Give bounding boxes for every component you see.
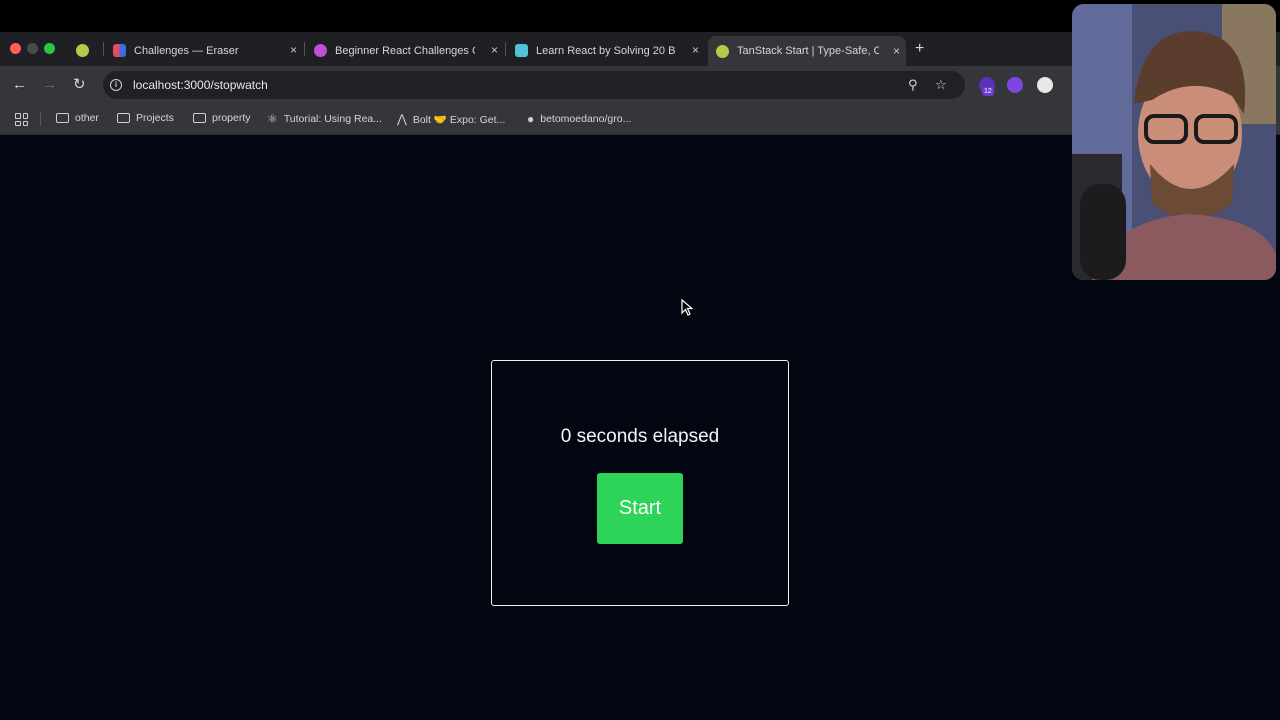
extension-badge: 12: [982, 87, 994, 96]
bookmarks-separator: [40, 112, 41, 126]
tab-close-icon[interactable]: ×: [692, 43, 699, 57]
tab-separator: [103, 42, 104, 56]
apps-grid-icon[interactable]: [15, 113, 28, 126]
webcam-overlay: [1072, 4, 1276, 280]
tab-close-icon[interactable]: ×: [491, 43, 498, 57]
forward-icon[interactable]: →: [42, 76, 57, 94]
close-window-button[interactable]: [10, 43, 21, 54]
start-button[interactable]: Start: [597, 473, 683, 544]
url-text[interactable]: localhost:3000/stopwatch: [133, 78, 268, 92]
zoom-icon[interactable]: ⚲: [908, 77, 918, 93]
github-icon: ●: [527, 112, 535, 126]
bookmark-label: betomoedano/gro...: [540, 113, 632, 125]
bookmark-other[interactable]: other: [56, 112, 99, 124]
react-icon: ⚛: [267, 112, 278, 126]
tab-favicon-icon: [76, 44, 89, 57]
tab-learn-react[interactable]: Learn React by Solving 20 Be ×: [515, 37, 705, 64]
tab-beginner-react[interactable]: Beginner React Challenges C ×: [314, 37, 504, 64]
tab-pinned[interactable]: [76, 37, 98, 64]
bookmark-label: Tutorial: Using Rea...: [283, 113, 382, 125]
folder-icon: [117, 113, 130, 123]
extension-icon[interactable]: [1007, 77, 1023, 93]
bookmark-projects[interactable]: Projects: [117, 112, 174, 124]
tab-separator: [304, 42, 305, 56]
new-tab-button[interactable]: +: [915, 40, 924, 58]
presenter-video-image: [1072, 4, 1276, 280]
mouse-cursor-icon: [681, 299, 693, 316]
bookmark-tutorial[interactable]: ⚛ Tutorial: Using Rea...: [267, 112, 382, 126]
tab-title: Beginner React Challenges C: [335, 44, 475, 57]
bookmark-label: Bolt 🤝 Expo: Get...: [412, 113, 506, 126]
tab-separator: [505, 42, 506, 56]
bookmark-bolt-expo[interactable]: ⋀ Bolt 🤝 Expo: Get...: [397, 112, 505, 126]
bookmark-github[interactable]: ● betomoedano/gro...: [527, 112, 631, 126]
bookmark-label: Projects: [136, 112, 174, 124]
folder-icon: [56, 113, 69, 123]
tab-favicon-icon: [515, 44, 528, 57]
tab-challenges-eraser[interactable]: Challenges — Eraser ×: [113, 37, 303, 64]
tab-favicon-icon: [314, 44, 327, 57]
eraser-favicon-icon: [113, 44, 126, 57]
bookmark-property[interactable]: property: [193, 112, 251, 124]
site-info-icon[interactable]: i: [110, 79, 122, 91]
back-icon[interactable]: ←: [12, 76, 27, 94]
clock-extension-icon[interactable]: [1037, 77, 1053, 93]
tab-favicon-icon: [716, 44, 729, 58]
bookmark-star-icon[interactable]: ☆: [935, 77, 947, 93]
tab-title: Learn React by Solving 20 Be: [536, 44, 676, 57]
bolt-icon: ⋀: [397, 112, 407, 126]
bookmark-label: other: [75, 112, 99, 124]
zoom-window-button[interactable]: [44, 43, 55, 54]
reload-icon[interactable]: ↻: [73, 76, 86, 94]
tab-close-icon[interactable]: ×: [893, 44, 900, 58]
tab-close-icon[interactable]: ×: [290, 43, 297, 57]
tab-title: Challenges — Eraser: [134, 44, 239, 57]
folder-icon: [193, 113, 206, 123]
bookmark-label: property: [212, 112, 251, 124]
minimize-window-button[interactable]: [27, 43, 38, 54]
tab-title: TanStack Start | Type-Safe, C: [737, 45, 879, 57]
tab-tanstack-start[interactable]: TanStack Start | Type-Safe, C ×: [708, 36, 906, 66]
elapsed-time-text: 0 seconds elapsed: [560, 426, 720, 447]
